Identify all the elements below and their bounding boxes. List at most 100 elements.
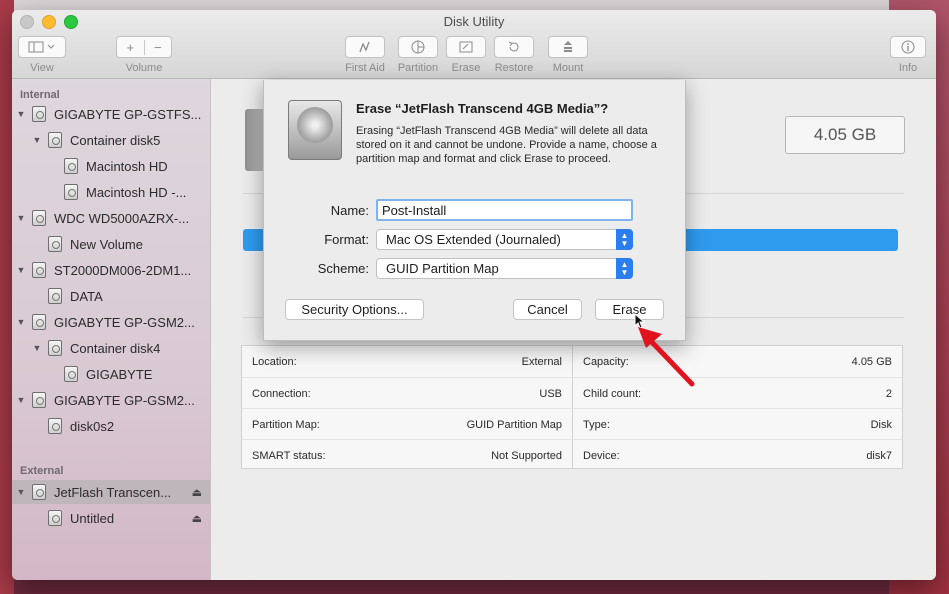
- sidebar-item-label: Container disk5: [70, 132, 161, 148]
- sidebar-item-volume[interactable]: New Volume: [12, 232, 210, 256]
- format-select[interactable]: Mac OS Extended (Journaled) ▲ ▼: [376, 229, 633, 250]
- view-sidebar-icon: [28, 41, 55, 53]
- format-label: Format:: [324, 232, 369, 247]
- disk-icon: [48, 132, 62, 148]
- info-key: Capacity:: [583, 356, 629, 368]
- sidebar-item-label: GIGABYTE GP-GSM2...: [54, 314, 195, 330]
- restore-button[interactable]: [494, 36, 534, 58]
- sidebar-item-volume[interactable]: Macintosh HD -...: [12, 180, 210, 204]
- disk-icon: [64, 184, 78, 200]
- sidebar-item-label: ST2000DM006-2DM1...: [54, 262, 192, 278]
- info-button[interactable]: [890, 36, 926, 58]
- disk-icon: [64, 366, 78, 382]
- dialog-message: Erasing “JetFlash Transcend 4GB Media” w…: [356, 125, 657, 165]
- sidebar-item-disk[interactable]: ▼ ST2000DM006-2DM1...: [12, 258, 210, 282]
- info-value: External: [521, 356, 562, 368]
- sidebar-item-volume[interactable]: Macintosh HD: [12, 154, 210, 178]
- disclosure-triangle-icon[interactable]: ▼: [16, 265, 26, 275]
- info-key: Partition Map:: [252, 419, 320, 431]
- disk-icon: [48, 340, 62, 356]
- scheme-value: GUID Partition Map: [386, 261, 499, 276]
- disk-icon: [288, 100, 342, 160]
- info-value: disk7: [866, 450, 892, 462]
- sidebar-item-volume[interactable]: Untitled ⏏: [12, 506, 210, 530]
- eject-icon[interactable]: ⏏: [192, 486, 202, 499]
- disclosure-triangle-icon[interactable]: ▼: [16, 395, 26, 405]
- sidebar-item-label: New Volume: [70, 236, 143, 252]
- mount-label: Mount: [552, 62, 584, 74]
- disk-icon: [64, 158, 78, 174]
- erase-icon: [459, 41, 473, 53]
- eject-icon[interactable]: ⏏: [192, 512, 202, 525]
- scheme-label: Scheme:: [317, 261, 369, 276]
- info-icon: [901, 40, 915, 54]
- disk-icon: [48, 418, 62, 434]
- sidebar-item-label: Container disk4: [70, 340, 161, 356]
- security-options-button[interactable]: Security Options...: [285, 299, 424, 320]
- view-button[interactable]: [18, 36, 66, 58]
- view-label: View: [30, 62, 54, 74]
- sidebar-item-disk[interactable]: ▼ WDC WD5000AZRX-...: [12, 206, 210, 230]
- info-row: Connection: USB Child count: 2: [242, 377, 902, 409]
- external-heading: External: [20, 465, 64, 477]
- disclosure-triangle-icon[interactable]: ▼: [32, 135, 42, 145]
- disk-icon: [32, 106, 46, 122]
- disk-icon: [32, 314, 46, 330]
- mount-button[interactable]: [548, 36, 588, 58]
- disk-icon: [48, 288, 62, 304]
- info-value: USB: [539, 388, 562, 400]
- first-aid-icon: [359, 41, 370, 53]
- volume-segmented: + −: [116, 36, 172, 58]
- info-key: Type:: [583, 419, 610, 431]
- scheme-select[interactable]: GUID Partition Map ▲ ▼: [376, 258, 633, 279]
- sidebar-item-label: Untitled: [70, 510, 115, 526]
- cancel-button[interactable]: Cancel: [513, 299, 582, 320]
- format-value: Mac OS Extended (Journaled): [386, 232, 561, 247]
- first-aid-label: First Aid: [345, 62, 385, 74]
- restore-icon: [508, 41, 519, 52]
- partition-button[interactable]: [398, 36, 438, 58]
- name-label: Name:: [330, 203, 369, 218]
- disclosure-triangle-icon[interactable]: ▼: [16, 317, 26, 327]
- sidebar-item-volume[interactable]: DATA: [12, 284, 210, 308]
- sidebar-item-container[interactable]: ▼ Container disk5: [12, 128, 210, 152]
- info-value: GUID Partition Map: [466, 419, 562, 431]
- disk-icon: [32, 392, 46, 408]
- info-value: 4.05 GB: [851, 356, 892, 368]
- disclosure-triangle-icon[interactable]: ▼: [16, 213, 26, 223]
- remove-volume-button[interactable]: −: [145, 40, 172, 55]
- info-row: Partition Map: GUID Partition Map Type: …: [242, 408, 902, 440]
- sidebar-item-volume[interactable]: GIGABYTE: [12, 362, 210, 386]
- info-key: SMART status:: [252, 450, 326, 462]
- sidebar-item-volume[interactable]: disk0s2: [12, 414, 210, 438]
- disclosure-triangle-icon[interactable]: ▼: [16, 109, 26, 119]
- info-table: Location: External Capacity: 4.05 GB Con…: [241, 345, 903, 469]
- info-value: 2: [885, 388, 892, 400]
- annotation-arrow-icon: [638, 327, 695, 387]
- sidebar-item-label: Macintosh HD -...: [86, 184, 187, 200]
- name-field[interactable]: [376, 199, 633, 221]
- sidebar-item-label: GIGABYTE GP-GSM2...: [54, 392, 195, 408]
- capacity-display: 4.05 GB: [785, 116, 905, 154]
- first-aid-button[interactable]: [345, 36, 385, 58]
- disk-icon: [48, 236, 62, 252]
- sidebar-item-disk[interactable]: ▼ GIGABYTE GP-GSM2...: [12, 388, 210, 412]
- sidebar-item-label: Macintosh HD: [86, 158, 168, 174]
- sidebar-item-container[interactable]: ▼ Container disk4: [12, 336, 210, 360]
- window-title: Disk Utility: [443, 14, 505, 29]
- erase-toolbar-button[interactable]: [446, 36, 486, 58]
- sidebar-item-disk[interactable]: ▼ GIGABYTE GP-GSM2...: [12, 310, 210, 334]
- sidebar-item-disk[interactable]: ▼ GIGABYTE GP-GSTFS...: [12, 102, 210, 126]
- disk-icon: [32, 262, 46, 278]
- disclosure-triangle-icon[interactable]: ▼: [16, 487, 26, 497]
- sidebar-item-jetflash[interactable]: ▼ JetFlash Transcen... ⏏: [12, 480, 210, 504]
- add-volume-button[interactable]: +: [117, 39, 145, 55]
- disclosure-triangle-icon[interactable]: ▼: [32, 343, 42, 353]
- info-row: Location: External Capacity: 4.05 GB: [242, 346, 902, 377]
- disk-icon: [32, 210, 46, 226]
- sidebar-item-label: DATA: [70, 288, 103, 304]
- disk-icon: [32, 484, 46, 500]
- info-key: Device:: [583, 450, 620, 462]
- erase-dialog: Erase “JetFlash Transcend 4GB Media”? Er…: [263, 80, 686, 341]
- dialog-title: Erase “JetFlash Transcend 4GB Media”?: [356, 101, 609, 116]
